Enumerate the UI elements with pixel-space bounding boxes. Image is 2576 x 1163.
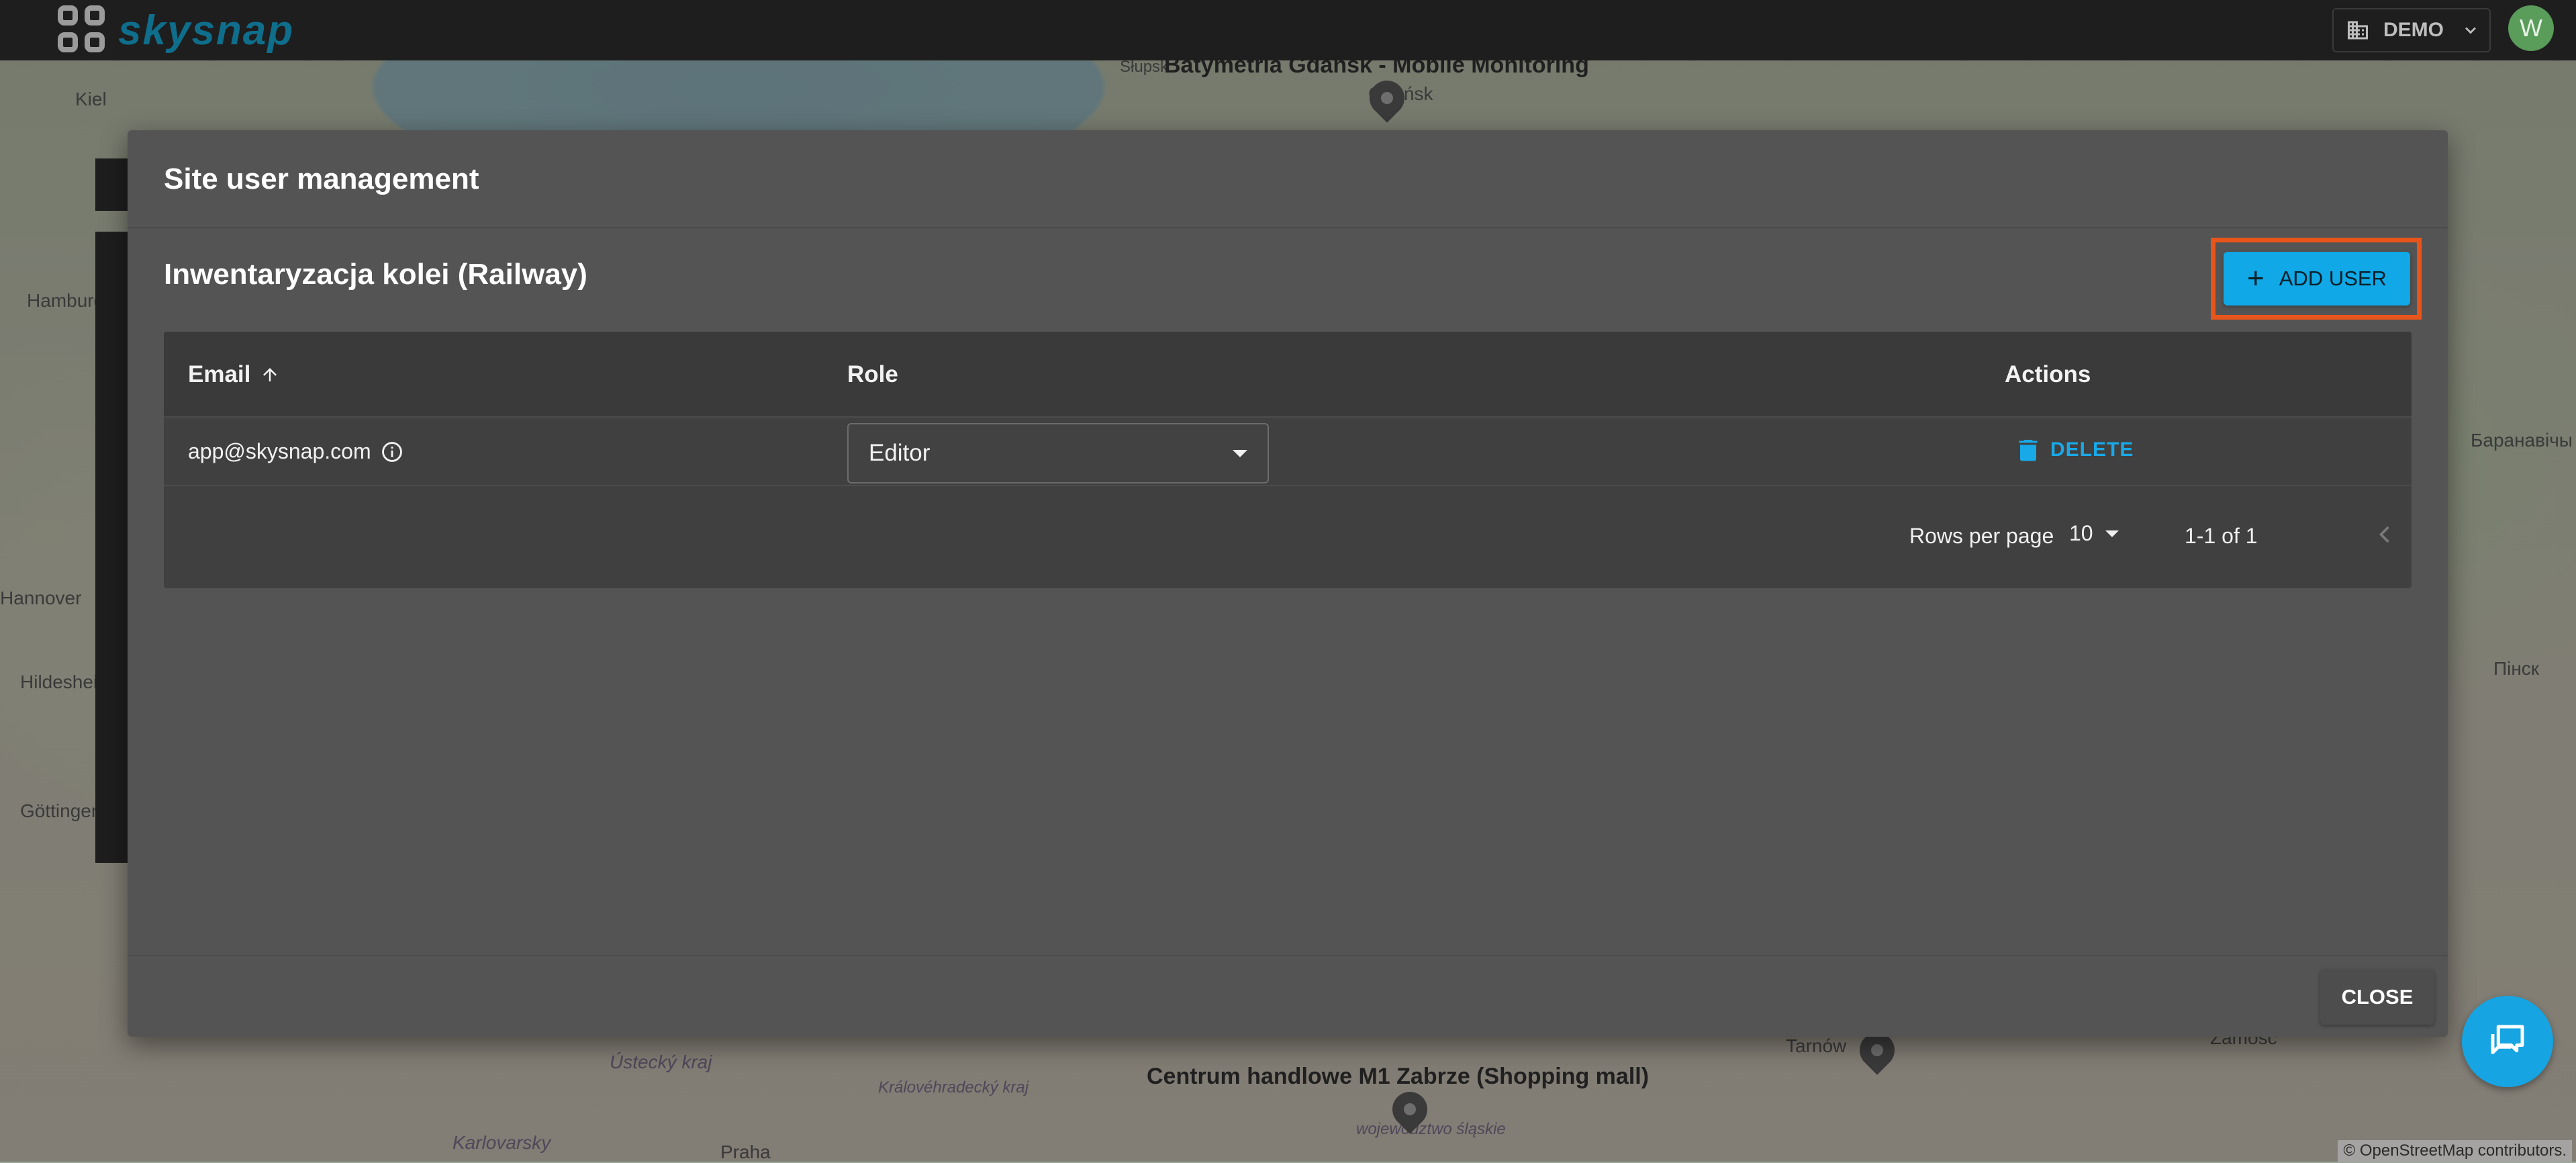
- trash-icon: [2019, 440, 2038, 461]
- caret-down-icon: [2105, 530, 2119, 537]
- add-user-button[interactable]: + ADD USER: [2224, 252, 2410, 306]
- chat-icon: [2491, 1025, 2524, 1054]
- rows-per-page-label: Rows per page: [1909, 524, 2054, 548]
- building-icon: [2348, 21, 2368, 40]
- top-bar: skysnap DEMO W: [0, 0, 2576, 60]
- dialog-title: Site user management: [164, 162, 479, 195]
- column-header-actions: Actions: [2005, 361, 2091, 388]
- delete-label: DELETE: [2050, 438, 2134, 461]
- column-header-label: Email: [188, 361, 251, 387]
- organization-select[interactable]: DEMO: [2332, 8, 2491, 52]
- user-management-dialog: Site user management Inwentaryzacja kole…: [128, 130, 2448, 1037]
- role-value: Editor: [869, 440, 931, 466]
- plus-icon: +: [2247, 262, 2264, 295]
- add-user-label: ADD USER: [2279, 267, 2387, 290]
- role-select[interactable]: Editor: [847, 423, 1269, 483]
- logo-text: skysnap: [118, 7, 295, 54]
- close-button[interactable]: CLOSE: [2320, 970, 2434, 1025]
- site-name: Inwentaryzacja kolei (Railway): [164, 258, 587, 291]
- caret-down-icon: [1233, 449, 1247, 457]
- user-email-cell: app@skysnap.com: [188, 439, 403, 464]
- chevron-down-icon: [2465, 27, 2476, 34]
- table-pagination: Rows per page 10 1-1 of 1: [164, 486, 2412, 588]
- divider: [128, 227, 2448, 228]
- rows-per-page-select[interactable]: 10: [2069, 521, 2119, 546]
- column-header-email[interactable]: Email: [188, 361, 280, 388]
- column-header-label: Actions: [2005, 361, 2091, 387]
- users-table: Email Role Actions app@skysnap.com Edito…: [164, 332, 2412, 588]
- user-email: app@skysnap.com: [188, 439, 371, 463]
- delete-user-button[interactable]: DELETE: [2018, 438, 2134, 462]
- logo-mark-icon: [58, 5, 111, 55]
- table-row: app@skysnap.com Editor DELETE: [164, 418, 2412, 486]
- column-header-role: Role: [847, 361, 898, 388]
- organization-name: DEMO: [2383, 19, 2444, 41]
- info-icon[interactable]: [381, 440, 403, 463]
- rows-per-page-value: 10: [2069, 521, 2093, 545]
- avatar[interactable]: W: [2508, 5, 2554, 51]
- app-logo[interactable]: skysnap: [58, 5, 294, 55]
- table-header: Email Role Actions: [164, 332, 2412, 418]
- sort-ascending-icon[interactable]: [260, 365, 280, 385]
- pagination-range: 1-1 of 1: [2185, 524, 2258, 548]
- divider: [128, 955, 2448, 956]
- chat-button[interactable]: [2462, 996, 2553, 1087]
- previous-page-icon[interactable]: [2370, 520, 2399, 549]
- column-header-label: Role: [847, 361, 898, 387]
